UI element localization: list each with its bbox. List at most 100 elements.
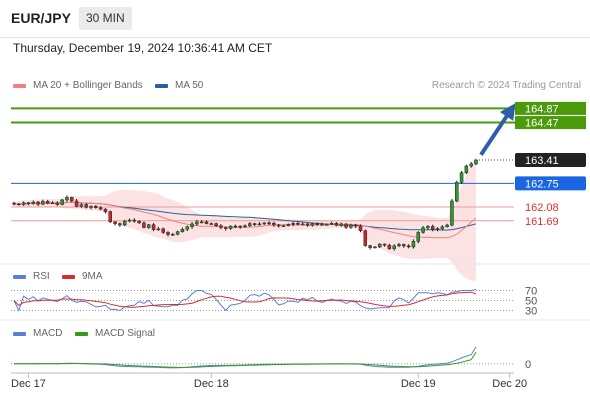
candle-body — [262, 222, 266, 225]
price-chart[interactable]: 164.87 164.47 163.41 162.75 162.08 161.69 705… — [0, 0, 590, 400]
bollinger-band-fill — [14, 154, 476, 282]
candle-body — [84, 204, 88, 208]
support-level-label: 162.08 — [525, 202, 559, 214]
candle-body — [397, 244, 401, 247]
target-level-label: 164.47 — [525, 118, 559, 130]
candle-body — [276, 224, 281, 227]
pivot-level-label: 162.75 — [525, 178, 559, 190]
candle-body — [214, 223, 218, 226]
candle-body — [455, 182, 459, 202]
candle-body — [45, 201, 50, 204]
candle-body — [190, 223, 194, 228]
candle-body — [469, 163, 473, 167]
time-axis-label: Dec 18 — [194, 378, 229, 390]
time-axis-label: Dec 20 — [492, 378, 527, 390]
candle-body — [421, 227, 425, 233]
macd-signal-line — [14, 352, 477, 368]
candle-body — [339, 223, 343, 226]
candle-body — [147, 224, 151, 228]
time-axis-label: Dec 19 — [401, 378, 436, 390]
candle-body — [426, 226, 430, 229]
candle-body — [474, 159, 478, 165]
candle-body — [31, 201, 35, 204]
rsi-ma-line — [13, 291, 477, 308]
candle-body — [430, 226, 435, 230]
candle-body — [387, 244, 392, 249]
candle-body — [459, 172, 464, 183]
candle-body — [464, 165, 469, 173]
candle-body — [204, 221, 209, 224]
candle-body — [89, 206, 93, 208]
time-axis-label: Dec 17 — [11, 378, 46, 390]
candle-body — [411, 241, 416, 248]
candle-body — [142, 222, 146, 228]
candle-body — [243, 225, 247, 227]
candle-body — [296, 223, 300, 225]
candle-body — [156, 228, 161, 231]
candle-body — [368, 245, 372, 248]
macd-line — [14, 346, 477, 369]
candle-body — [21, 202, 26, 205]
candle-body — [94, 206, 98, 208]
candle-body — [233, 225, 238, 228]
candle-body — [17, 203, 21, 206]
candle-body — [363, 230, 368, 246]
candle-body — [320, 224, 324, 226]
macd-level-label: 0 — [525, 359, 531, 371]
candle-body — [195, 221, 199, 225]
candle-body — [334, 223, 339, 226]
candle-body — [392, 245, 396, 249]
candle-body — [416, 232, 420, 242]
candle-body — [79, 204, 84, 207]
candle-body — [175, 231, 180, 235]
candle-body — [26, 202, 31, 205]
candle-body — [65, 197, 69, 201]
candle-body — [137, 220, 141, 224]
candle-body — [310, 223, 315, 226]
candle-body — [98, 207, 103, 210]
candle-body — [224, 227, 228, 229]
candle-body — [358, 225, 363, 231]
candle-body — [301, 223, 305, 226]
candle-body — [171, 233, 175, 236]
candle-body — [349, 224, 353, 228]
candle-body — [70, 197, 74, 202]
candle-body — [41, 201, 45, 205]
rsi-level-label: 30 — [525, 306, 537, 318]
candle-body — [108, 211, 112, 223]
candle-body — [382, 243, 387, 246]
candle-body — [219, 225, 223, 228]
candle-body — [272, 223, 276, 226]
candle-body — [329, 223, 334, 225]
rsi-panel: 705030 — [11, 286, 537, 318]
forecast-arrow — [479, 103, 516, 156]
candle-body — [406, 245, 411, 248]
candle-body — [435, 228, 440, 230]
last-price-label: 163.41 — [525, 155, 559, 167]
candle-body — [60, 199, 64, 205]
candle-body — [445, 224, 449, 228]
candle-body — [118, 223, 122, 226]
candle-body — [238, 225, 242, 228]
candle-body — [440, 226, 445, 229]
candle-body — [161, 228, 165, 233]
target-level-label: 164.87 — [525, 103, 559, 115]
candle-body — [353, 224, 358, 227]
candle-body — [291, 223, 295, 225]
candle-body — [113, 221, 117, 224]
candle-body — [180, 229, 185, 232]
candle-body — [325, 224, 329, 226]
candle-body — [248, 223, 252, 226]
candle-body — [199, 221, 204, 224]
candle-body — [12, 202, 16, 205]
candle-body — [209, 223, 214, 225]
candle-body — [103, 208, 108, 212]
candle-body — [378, 243, 382, 248]
price-panel: 164.87 164.47 163.41 162.75 162.08 161.69 — [0, 101, 590, 321]
candle-body — [151, 224, 156, 230]
candle-body — [185, 226, 189, 230]
candle-body — [228, 225, 233, 229]
candle-body — [450, 200, 454, 226]
candle-body — [305, 223, 310, 226]
candle-body — [281, 225, 286, 227]
